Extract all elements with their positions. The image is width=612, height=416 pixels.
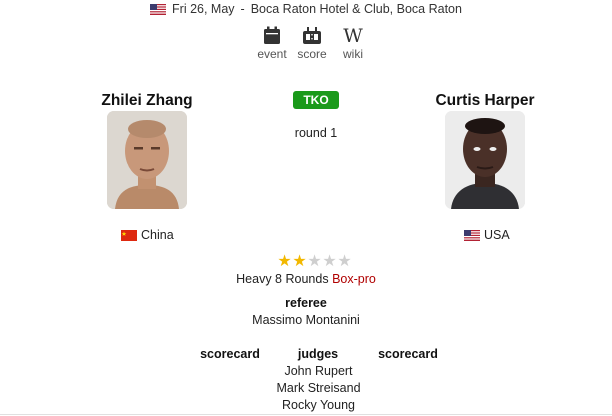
right-country-name: USA (484, 228, 510, 242)
judges-header: judges (297, 347, 339, 361)
event-link[interactable]: event (250, 26, 294, 61)
referee-label: referee (285, 296, 327, 310)
judge-name[interactable]: John Rupert (0, 364, 612, 378)
result-round: round 1 (294, 126, 338, 140)
fight-rating[interactable]: ★★★★★ (277, 254, 355, 270)
result-method-badge: TKO (293, 91, 339, 109)
score-link[interactable]: score (290, 26, 334, 61)
referee-name[interactable]: Massimo Montanini (0, 313, 612, 327)
right-fighter-country: USA (464, 228, 510, 244)
left-fighter-country: China (121, 228, 174, 244)
usa-flag-icon (464, 230, 480, 244)
star-icon[interactable]: ★ (307, 254, 322, 270)
judge-name[interactable]: Mark Streisand (0, 381, 612, 395)
star-icon[interactable]: ★ (337, 254, 352, 270)
bout-description: Heavy 8 Rounds Box-pro (0, 272, 612, 286)
usa-flag-icon (150, 4, 167, 18)
star-icon[interactable]: ★ (292, 254, 307, 270)
left-fighter-photo[interactable] (107, 111, 187, 209)
score-link-label: score (297, 47, 327, 61)
event-date: Fri 26, May (172, 2, 235, 16)
bout-type-link[interactable]: Box-pro (332, 272, 376, 286)
left-scorecard-header: scorecard (200, 347, 260, 361)
right-fighter-photo[interactable] (445, 111, 525, 209)
left-fighter-name[interactable]: Zhilei Zhang (57, 92, 237, 110)
event-separator: - (240, 2, 245, 16)
star-icon[interactable]: ★ (277, 254, 292, 270)
calendar-icon (250, 26, 294, 46)
event-info-line: Fri 26, May - Boca Raton Hotel & Club, Boc… (0, 2, 612, 18)
wikipedia-icon: W (343, 25, 363, 47)
right-scorecard-header: scorecard (378, 347, 438, 361)
judge-name[interactable]: Rocky Young (0, 398, 612, 412)
left-country-name: China (141, 228, 174, 242)
right-fighter-name[interactable]: Curtis Harper (395, 92, 575, 110)
divider (0, 414, 612, 415)
china-flag-icon (121, 230, 137, 244)
event-link-label: event (257, 47, 287, 61)
star-icon[interactable]: ★ (322, 254, 337, 270)
wiki-link[interactable]: W wiki (331, 26, 375, 61)
scoreboard-icon (290, 26, 334, 46)
event-venue[interactable]: Boca Raton Hotel & Club, Boca Raton (251, 2, 462, 16)
wiki-link-label: wiki (343, 47, 363, 61)
bout-weight-rounds: Heavy 8 Rounds (236, 272, 329, 286)
